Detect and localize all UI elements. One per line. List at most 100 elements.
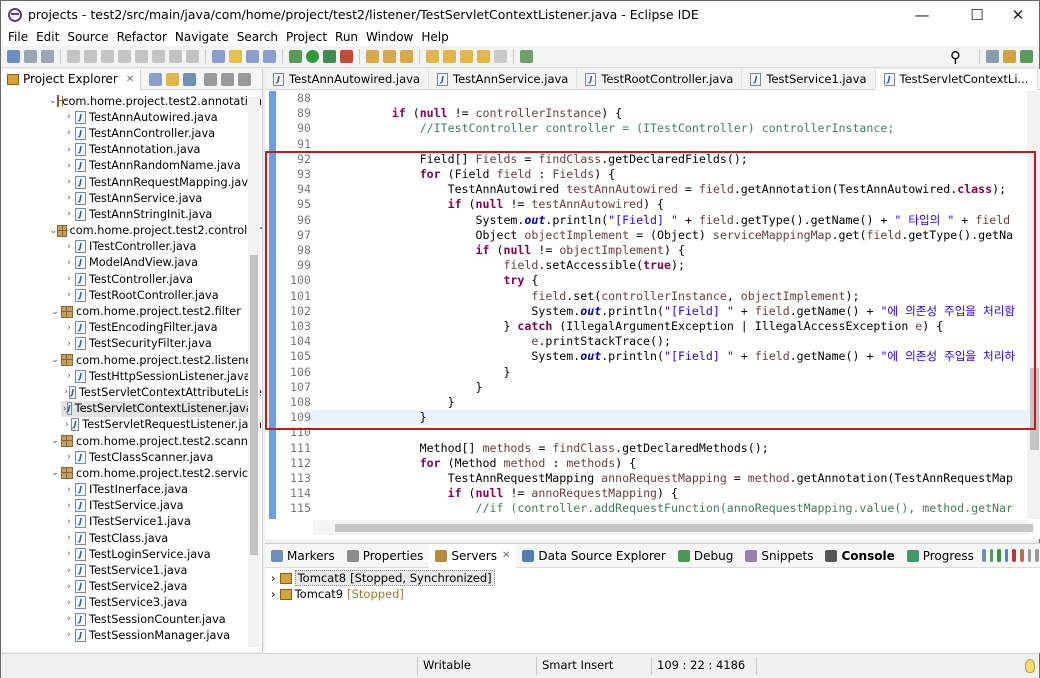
- tree-file[interactable]: › J TestRootController.java: [1, 287, 262, 303]
- tree-file[interactable]: › J TestSessionManager.java: [1, 627, 262, 643]
- expand-chevron-icon[interactable]: ›: [271, 571, 276, 585]
- new-package-icon[interactable]: [383, 50, 396, 63]
- new-java-project-icon[interactable]: [366, 50, 379, 63]
- coverage-icon[interactable]: [323, 50, 336, 63]
- tree-file[interactable]: › J TestHttpSessionListener.java: [1, 368, 262, 384]
- code-area[interactable]: 88 89 if (null != controllerInstance) {90…: [265, 91, 1029, 519]
- server-action-icon[interactable]: [1012, 549, 1017, 562]
- tree-file[interactable]: › J TestSessionCounter.java: [1, 611, 262, 627]
- step-return-icon[interactable]: [186, 50, 199, 63]
- collapse-chevron-icon[interactable]: ⌄: [49, 96, 57, 106]
- tree-file[interactable]: › J TestAnnRandomName.java: [1, 158, 262, 174]
- minimize-view-icon[interactable]: [221, 72, 235, 86]
- collapse-all-icon[interactable]: [149, 72, 163, 86]
- expand-chevron-icon[interactable]: ›: [63, 177, 75, 187]
- expand-chevron-icon[interactable]: ›: [63, 501, 75, 511]
- step-into-icon[interactable]: [152, 50, 165, 63]
- collapse-chevron-icon[interactable]: ⌄: [49, 436, 61, 446]
- tree-file[interactable]: › J ITestService.java: [1, 498, 262, 514]
- expand-chevron-icon[interactable]: ›: [63, 339, 75, 349]
- menu-source[interactable]: Source: [63, 30, 112, 44]
- toggle-mark-occurrences-icon[interactable]: [212, 50, 225, 63]
- close-icon[interactable]: ✕: [126, 74, 134, 85]
- expand-chevron-icon[interactable]: ›: [63, 533, 75, 543]
- server-action-icon[interactable]: [989, 549, 994, 562]
- pin-editor-icon[interactable]: [520, 50, 533, 63]
- tree-file[interactable]: › J ITestInerface.java: [1, 482, 262, 498]
- tree-file[interactable]: › J TestAnnAutowired.java: [1, 109, 262, 125]
- tree-file[interactable]: › J TestAnnService.java: [1, 190, 262, 206]
- maximize-button[interactable]: ☐: [954, 1, 1000, 28]
- maximize-view-icon[interactable]: [238, 72, 252, 86]
- expand-chevron-icon[interactable]: ›: [63, 274, 75, 284]
- expand-chevron-icon[interactable]: ›: [63, 112, 75, 122]
- show-whitespace-icon[interactable]: [263, 50, 276, 63]
- expand-chevron-icon[interactable]: ›: [63, 452, 75, 462]
- tab-servers[interactable]: Servers ✕: [429, 543, 517, 568]
- tab-data-source-explorer[interactable]: Data Source Explorer: [516, 544, 671, 568]
- tree-file[interactable]: › J TestAnnRequestMapping.java: [1, 174, 262, 190]
- menu-project[interactable]: Project: [282, 30, 331, 44]
- expand-chevron-icon[interactable]: ›: [271, 587, 276, 601]
- editor-horizontal-scrollbar[interactable]: [313, 520, 1033, 535]
- tree-package[interactable]: ⌄ com.home.project.test2.service: [1, 465, 262, 481]
- last-edit-location-icon[interactable]: [460, 50, 473, 63]
- tab-properties[interactable]: Properties: [341, 544, 430, 568]
- expand-chevron-icon[interactable]: ›: [63, 290, 75, 300]
- save-all-icon[interactable]: [41, 50, 54, 63]
- server-action-icon[interactable]: [1004, 549, 1009, 562]
- tree-file[interactable]: › J TestService3.java: [1, 595, 262, 611]
- expand-chevron-icon[interactable]: ›: [63, 614, 75, 624]
- menu-file[interactable]: File: [4, 30, 32, 44]
- server-action-icon[interactable]: [997, 549, 1001, 562]
- expand-chevron-icon[interactable]: ›: [63, 582, 75, 592]
- expand-chevron-icon[interactable]: ›: [63, 323, 75, 333]
- new-class-icon[interactable]: [400, 50, 413, 63]
- external-tools-icon[interactable]: [340, 50, 353, 63]
- tab-markers[interactable]: Markers: [265, 544, 341, 568]
- suspend-icon[interactable]: [101, 50, 114, 63]
- back-icon[interactable]: [477, 50, 490, 63]
- tree-file[interactable]: › J TestServletContextAttributeListe: [1, 384, 262, 400]
- menu-refactor[interactable]: Refactor: [113, 30, 171, 44]
- server-row[interactable]: › Tomcat8 [Stopped, Synchronized]: [265, 570, 1040, 586]
- link-with-editor-icon[interactable]: [166, 72, 180, 86]
- close-window-button[interactable]: ✕: [995, 1, 1040, 28]
- skip-breakpoints-icon[interactable]: [67, 50, 80, 63]
- tree-file[interactable]: › J TestLoginService.java: [1, 546, 262, 562]
- editor-tab[interactable]: J TestServletContextLi...: [875, 68, 1038, 90]
- editor-tab[interactable]: J TestAnnAutowired.java: [265, 68, 429, 90]
- tree-file[interactable]: › J TestAnnotation.java: [1, 142, 262, 158]
- tree-file[interactable]: › J TestServletRequestListener.java: [1, 417, 262, 433]
- collapse-chevron-icon[interactable]: ⌄: [49, 307, 61, 317]
- tip-bulb-icon[interactable]: [1025, 659, 1035, 673]
- collapse-chevron-icon[interactable]: ⌄: [49, 226, 57, 236]
- tree-file[interactable]: › J TestServletContextListener.java: [61, 400, 253, 417]
- tab-snippets[interactable]: Snippets: [739, 544, 819, 568]
- menu-search[interactable]: Search: [233, 30, 282, 44]
- tree-package[interactable]: ⌄ com.home.project.test2.annotation: [1, 93, 262, 109]
- debug-perspective-icon[interactable]: [1020, 50, 1033, 63]
- expand-chevron-icon[interactable]: ›: [63, 630, 75, 640]
- open-perspective-icon[interactable]: [986, 50, 999, 63]
- forward-icon[interactable]: [494, 50, 507, 63]
- menu-help[interactable]: Help: [417, 30, 452, 44]
- server-action-icon[interactable]: [981, 549, 986, 562]
- view-menu-icon[interactable]: [204, 72, 218, 86]
- tree-file[interactable]: › J TestClass.java: [1, 530, 262, 546]
- next-annotation-icon[interactable]: [426, 50, 439, 63]
- tree-file[interactable]: › J TestController.java: [1, 271, 262, 287]
- expand-chevron-icon[interactable]: ›: [63, 517, 75, 527]
- tree-file[interactable]: › J ITestService1.java: [1, 514, 262, 530]
- menu-run[interactable]: Run: [331, 30, 362, 44]
- expand-chevron-icon[interactable]: ›: [63, 371, 75, 381]
- tree-package[interactable]: ⌄ com.home.project.test2.listener: [1, 352, 262, 368]
- expand-chevron-icon[interactable]: ›: [63, 420, 71, 430]
- tree-file[interactable]: › J ITestController.java: [1, 239, 262, 255]
- expand-chevron-icon[interactable]: ›: [63, 242, 75, 252]
- expand-chevron-icon[interactable]: ›: [63, 128, 75, 138]
- expand-chevron-icon[interactable]: ›: [63, 566, 75, 576]
- tree-file[interactable]: › J TestAnnController.java: [1, 125, 262, 141]
- tree-file[interactable]: › J ModelAndView.java: [1, 255, 262, 271]
- server-action-icon[interactable]: [1020, 549, 1024, 562]
